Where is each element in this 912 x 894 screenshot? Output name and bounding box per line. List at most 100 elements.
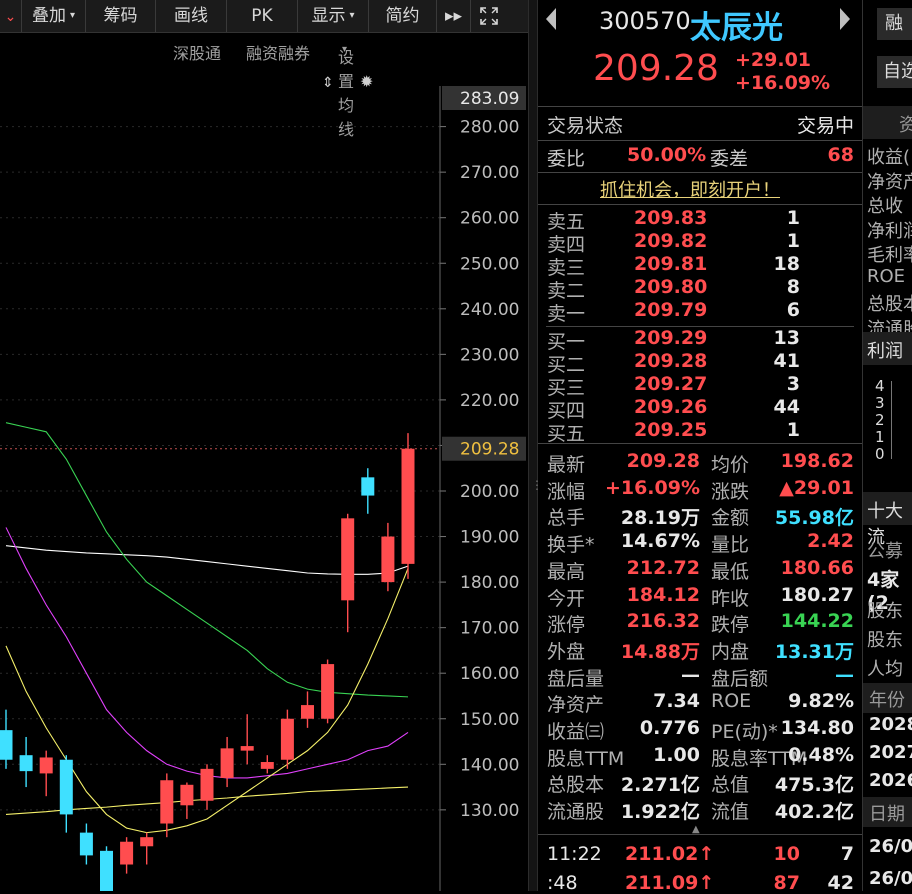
fund-label: 公募 [867, 541, 903, 562]
candle-body [361, 477, 375, 496]
asks-price[interactable]: 209.80 [634, 276, 707, 298]
price-tick-label: 190.00 [460, 528, 519, 548]
year-item: 2028 [869, 714, 912, 735]
bids-label: 买五 [547, 423, 586, 445]
margin-trading-link[interactable]: 融资融券 [246, 40, 310, 64]
stat-label: 昨收 [711, 587, 750, 610]
asks-label: 卖一 [547, 303, 586, 325]
toolbar-button-4[interactable]: 显示 ▾ [298, 0, 369, 32]
candle[interactable] [19, 736, 33, 788]
chart-grid [0, 126, 440, 811]
tick-volume: 10 [773, 843, 800, 865]
stat-value: 209.28 [626, 450, 700, 472]
candle-body [19, 755, 33, 772]
margin-button[interactable]: 融 [877, 8, 912, 40]
candle[interactable] [39, 750, 53, 797]
holder-label: 股东 [867, 630, 903, 651]
candle[interactable] [59, 755, 73, 833]
candle[interactable] [140, 832, 154, 865]
price-tick-label: 280.00 [460, 118, 519, 138]
candle[interactable] [220, 736, 234, 788]
date-item: 26/0 [869, 836, 912, 857]
open-account-link[interactable]: 抓住机会，即刻开户！ [600, 176, 780, 202]
candle[interactable] [100, 846, 113, 891]
kline-chart[interactable]: 280.00 270.00 260.00 250.00 240.00 230.00 220.… [0, 66, 528, 891]
toolbar-button-2[interactable]: 画线 [156, 0, 227, 32]
candle[interactable] [381, 522, 395, 592]
stat-value: 1.00 [653, 743, 700, 766]
sun-icon[interactable]: ✹ [360, 72, 373, 91]
fullscreen-button[interactable] [471, 0, 507, 32]
candle-body [321, 664, 335, 719]
tab-info[interactable]: 资 [899, 111, 912, 137]
stat-label: 最高 [547, 560, 586, 583]
bids-price[interactable]: 209.28 [634, 350, 707, 372]
candle[interactable] [361, 468, 375, 514]
asks-price[interactable]: 209.81 [634, 253, 707, 275]
prev-stock-button[interactable] [544, 6, 558, 38]
chevron-down-icon: ⌄ [4, 9, 17, 25]
toolbar-button-1[interactable]: 筹码 [86, 0, 156, 32]
fast-forward-button[interactable]: ▸▸ [437, 0, 471, 32]
bids-price[interactable]: 209.27 [634, 373, 707, 395]
candle[interactable] [120, 837, 134, 874]
chevron-down-icon: ▾ [349, 10, 355, 21]
asks-price[interactable]: 209.82 [634, 230, 707, 252]
profit-tab[interactable]: 利润 [867, 337, 903, 363]
candle-body [240, 746, 254, 751]
candle[interactable] [160, 773, 174, 838]
stat-value: 212.72 [626, 556, 700, 579]
candle[interactable] [341, 513, 355, 633]
candle[interactable] [401, 433, 415, 579]
asks-volume: 8 [786, 276, 800, 298]
asks-price[interactable]: 209.79 [634, 299, 707, 321]
candle-body [341, 518, 355, 601]
toolbar-button-0[interactable]: 叠加 ▾ [22, 0, 86, 32]
next-stock-button[interactable] [838, 6, 852, 36]
watchlist-button[interactable]: 自选 [877, 56, 912, 88]
candle[interactable] [200, 764, 214, 810]
candle-body [79, 832, 93, 856]
candle-body [160, 780, 174, 824]
stat-label: 最新 [547, 454, 586, 476]
period-dropdown-button[interactable]: ⌄ [0, 0, 22, 32]
bids-price[interactable]: 209.26 [634, 396, 707, 418]
asks-price[interactable]: 209.83 [634, 207, 707, 229]
candle[interactable] [321, 659, 335, 724]
mini-axis-label: 0 [875, 445, 885, 463]
side-label: 净资产 [867, 171, 912, 193]
asks-volume: 18 [773, 253, 800, 275]
panel-divider[interactable]: ⋮ [528, 0, 543, 891]
stat-label: 流通股 [547, 801, 605, 824]
collapse-up-icon[interactable]: ▲ [692, 824, 700, 835]
candle[interactable] [180, 782, 194, 819]
stock-name: 太辰光 [690, 10, 783, 46]
status-value: 交易中 [796, 115, 854, 137]
toolbar-button-5[interactable]: 简约 [369, 0, 437, 32]
updown-arrow-icon[interactable]: ⇕ [322, 75, 334, 91]
stat-value: 2.271亿 [620, 774, 700, 797]
candle[interactable] [301, 691, 314, 728]
bids-volume: 44 [773, 396, 800, 418]
candle-body [280, 718, 294, 760]
stat-label: 内盘 [711, 640, 750, 663]
date-item: 26/0 [869, 868, 912, 889]
toolbar-items: 叠加 ▾ 筹码 画线 PK 显示 ▾ 简约 [22, 0, 437, 32]
bids-volume: 41 [773, 350, 800, 372]
price-tick-label: 160.00 [460, 664, 519, 684]
candle[interactable] [79, 823, 93, 865]
side-label: 总股本 [867, 294, 912, 315]
expand-icon [480, 7, 498, 25]
candle[interactable] [240, 714, 254, 765]
stat-label: PE(动)* [711, 721, 778, 743]
toolbar-button-3[interactable]: PK [227, 0, 298, 32]
stat-label: 总手 [547, 507, 586, 530]
shenguntong-link[interactable]: 深股通 [173, 40, 221, 64]
bids-price[interactable]: 209.29 [634, 327, 707, 349]
candle[interactable] [260, 755, 274, 774]
tick-count: 7 [840, 843, 854, 865]
stat-label: 量比 [711, 534, 750, 557]
price-tick-label: 270.00 [460, 163, 519, 183]
stat-label: ROE [711, 690, 752, 713]
bids-price[interactable]: 209.25 [634, 419, 707, 441]
